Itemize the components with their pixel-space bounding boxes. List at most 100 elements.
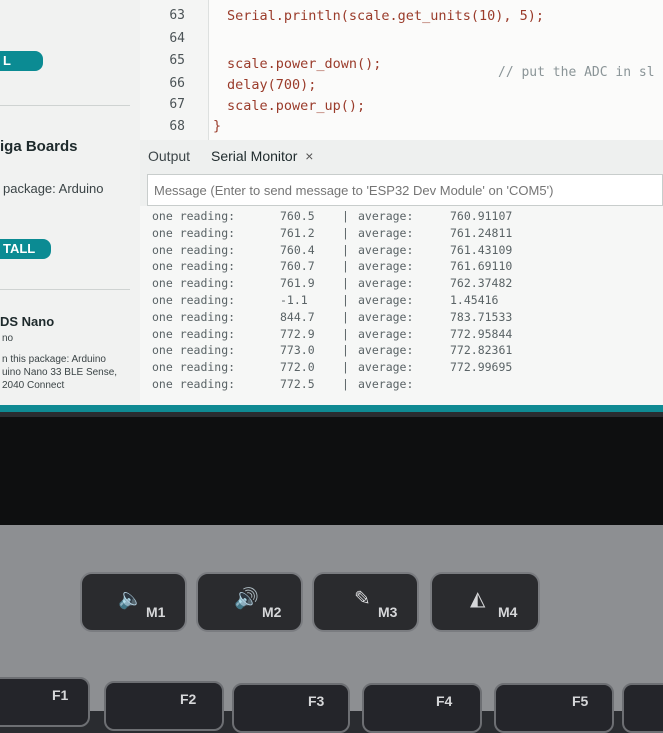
reading-label: one reading: — [152, 293, 236, 307]
average-value: 772.95844 — [450, 326, 513, 341]
keyboard-deck: 🔈 M1 🔊 M2 ✎ M3 ◭ M4 F1 F2 F3 F4 F5 — [0, 525, 663, 733]
reading-value: 772.5 — [280, 377, 315, 391]
install-button[interactable]: TALL — [0, 239, 51, 259]
average-value: 1.45416 — [450, 293, 499, 307]
fn-key-f4[interactable]: F4 — [362, 683, 482, 733]
nano-desc-3: 2040 Connect — [2, 380, 65, 391]
code-line-68[interactable]: } — [213, 118, 221, 134]
speaker-low-icon: 🔈 — [118, 588, 143, 610]
serial-row: one reading: 761.2 | average: 761.24811 — [140, 226, 663, 242]
line-number: 66 — [169, 76, 185, 91]
reading-label: one reading: — [152, 360, 236, 375]
average-label: average: — [358, 209, 414, 223]
macro-key-m4[interactable]: ◭ M4 — [430, 572, 540, 632]
code-line-65[interactable]: scale.power_down(); — [227, 56, 381, 72]
serial-row: one reading: -1.1 | average: 1.45416 — [140, 293, 663, 309]
average-label: average: — [358, 259, 414, 274]
average-value: 760.91107 — [450, 209, 513, 223]
boards-title: iga Boards — [0, 138, 78, 155]
macro-key-label: M1 — [146, 604, 166, 620]
separator: | — [342, 293, 349, 307]
fn-key-f5[interactable]: F5 — [494, 683, 614, 733]
tab-output[interactable]: Output — [148, 148, 190, 164]
reading-label: one reading: — [152, 209, 236, 223]
nano-title: DS Nano — [0, 314, 55, 329]
separator: | — [342, 309, 349, 324]
average-label: average: — [358, 276, 414, 291]
reading-value: 773.0 — [280, 343, 315, 358]
reading-value: 760.4 — [280, 242, 315, 257]
reading-label: one reading: — [152, 377, 236, 391]
line-number: 68 — [169, 119, 185, 134]
average-label: average: — [358, 225, 414, 240]
reading-label: one reading: — [152, 326, 236, 341]
fn-key-f3[interactable]: F3 — [232, 683, 350, 733]
average-label: average: — [358, 343, 414, 358]
sidebar-divider — [0, 105, 130, 106]
reading-value: -1.1 — [280, 293, 308, 307]
serial-row: one reading: 760.4 | average: 761.43109 — [140, 243, 663, 259]
fn-key-f2[interactable]: F2 — [104, 681, 224, 731]
average-label: average: — [358, 242, 414, 257]
reading-value: 760.5 — [280, 209, 315, 223]
average-value: 761.69110 — [450, 259, 513, 274]
line-number: 64 — [169, 31, 185, 46]
mic-mute-icon: ✎ — [354, 588, 371, 610]
reading-value: 761.9 — [280, 276, 315, 291]
message-input[interactable] — [148, 175, 662, 205]
status-bar — [0, 405, 663, 412]
separator: | — [342, 259, 349, 274]
serial-row: one reading: 773.0 | average: 772.82361 — [140, 343, 663, 359]
reading-value: 760.7 — [280, 259, 315, 274]
separator: | — [342, 360, 349, 375]
close-icon[interactable]: × — [305, 148, 313, 164]
reading-label: one reading: — [152, 343, 236, 358]
macro-key-label: M4 — [498, 604, 518, 620]
average-label: average: — [358, 326, 414, 341]
line-number: 65 — [169, 53, 185, 68]
separator: | — [342, 276, 349, 291]
macro-key-label: M2 — [262, 604, 282, 620]
fn-key-label: F4 — [436, 693, 453, 709]
fn-key-f1[interactable]: F1 — [0, 677, 90, 727]
line-number: 63 — [169, 8, 185, 23]
ide-window: L iga Boards package: Arduino TALL DS Na… — [0, 0, 663, 412]
average-label: average: — [358, 293, 414, 307]
sidebar-top-button[interactable]: L — [0, 51, 43, 71]
macro-key-m1[interactable]: 🔈 M1 — [80, 572, 187, 632]
serial-row: one reading: 772.0 | average: 772.99695 — [140, 360, 663, 376]
macro-key-m3[interactable]: ✎ M3 — [312, 572, 419, 632]
separator: | — [342, 326, 349, 341]
reading-value: 844.7 — [280, 309, 315, 324]
code-line-66[interactable]: delay(700); — [227, 77, 316, 93]
separator: | — [342, 242, 349, 257]
line-number: 67 — [169, 97, 185, 112]
average-value: 783.71533 — [450, 309, 513, 324]
serial-row: one reading: 760.7 | average: 761.69110 — [140, 259, 663, 275]
serial-row: one reading: 761.9 | average: 762.37482 — [140, 276, 663, 292]
average-value: 772.99695 — [450, 360, 513, 375]
tab-serial-monitor[interactable]: Serial Monitor × — [211, 148, 313, 164]
serial-row: one reading: 772.9 | average: 772.95844 — [140, 327, 663, 343]
nano-desc-1: n this package: Arduino — [2, 354, 106, 365]
macro-key-label: M3 — [378, 604, 398, 620]
laptop-bezel — [0, 417, 663, 525]
macro-key-m2[interactable]: 🔊 M2 — [196, 572, 303, 632]
fn-key-label: F2 — [180, 691, 197, 707]
reading-label: one reading: — [152, 259, 236, 274]
separator: | — [342, 209, 349, 223]
average-value: 761.43109 — [450, 242, 513, 257]
bottom-panel-tabs: Output Serial Monitor × — [140, 140, 663, 172]
separator: | — [342, 343, 349, 358]
fn-key-partial[interactable] — [622, 683, 663, 733]
serial-row: one reading: 772.5 | average: — [140, 377, 663, 393]
boards-manager-sidebar: L iga Boards package: Arduino TALL DS Na… — [0, 0, 140, 412]
code-line-67[interactable]: scale.power_up(); — [227, 98, 365, 114]
nano-sub: no — [2, 333, 14, 344]
code-line-63[interactable]: Serial.println(scale.get_units(10), 5); — [227, 8, 544, 24]
code-comment: // put the ADC in sl — [498, 65, 655, 80]
reading-label: one reading: — [152, 276, 236, 291]
tab-serial-monitor-label: Serial Monitor — [211, 148, 298, 164]
average-label: average: — [358, 360, 414, 375]
rog-logo-icon: ◭ — [470, 588, 486, 610]
